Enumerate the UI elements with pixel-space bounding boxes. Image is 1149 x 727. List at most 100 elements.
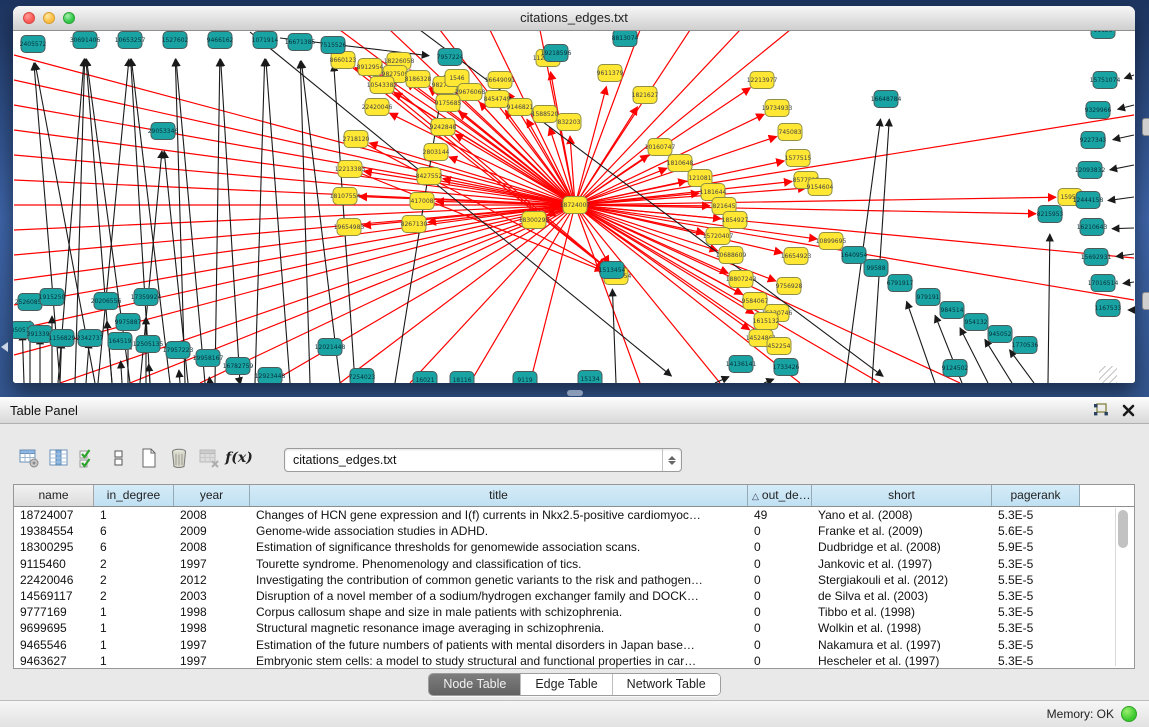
graph-node[interactable]: 8660123 [330, 52, 357, 69]
graph-node[interactable]: 2405572 [20, 36, 47, 53]
graph-node[interactable]: 16648784 [871, 91, 902, 108]
graph-node[interactable]: 10160747 [645, 139, 676, 156]
graph-node[interactable]: 22420046 [362, 99, 393, 116]
graph-node[interactable]: 12093832 [1075, 162, 1106, 179]
graph-node[interactable]: 19958167 [193, 350, 224, 367]
graph-node[interactable]: 15134 [578, 371, 602, 384]
graph-node[interactable]: 8215953 [1037, 206, 1064, 223]
graph-node[interactable]: 18116 [450, 372, 474, 384]
column-header-out-de[interactable]: △out_de… [748, 485, 812, 506]
graph-node[interactable]: 12213383 [335, 161, 366, 178]
graph-node[interactable]: 16649091 [485, 72, 516, 89]
graph-node[interactable]: 9466162 [207, 32, 234, 49]
graph-node[interactable]: 984514 [940, 302, 964, 319]
graph-node[interactable]: 12021448 [315, 339, 346, 356]
function-builder-icon[interactable]: f(x) [224, 445, 254, 471]
graph-node[interactable]: 19654983 [334, 219, 365, 236]
graph-node[interactable]: 16021 [413, 372, 437, 384]
table-row[interactable]: 911546021997Tourette syndrome. Phenomeno… [14, 556, 1134, 572]
column-header-short[interactable]: short [812, 485, 992, 506]
graph-node[interactable]: 6791917 [887, 275, 914, 292]
graph-node[interactable]: 10543382 [367, 77, 398, 94]
column-header-name[interactable]: name [14, 485, 94, 506]
graph-node[interactable]: 832203 [557, 114, 581, 131]
graph-hub-node[interactable]: 18724007 [560, 197, 591, 214]
graph-node[interactable]: 1854927 [722, 212, 749, 229]
column-header-pagerank[interactable]: pagerank [992, 485, 1080, 506]
memory-status-indicator[interactable] [1121, 706, 1137, 722]
table-selector-combobox[interactable]: citations_edges.txt [284, 448, 682, 472]
graph-node[interactable]: 1915250 [39, 289, 66, 306]
graph-node[interactable]: 2718120 [343, 131, 370, 148]
selection-mode-icon[interactable] [74, 445, 104, 471]
graph-node[interactable]: 1733426 [773, 359, 800, 376]
graph-node[interactable]: 15692931 [1081, 249, 1112, 266]
column-header-in-degree[interactable]: in_degree [94, 485, 174, 506]
graph-node[interactable]: 2803144 [423, 144, 450, 161]
graph-node[interactable]: 9124502 [942, 360, 969, 377]
graph-node[interactable]: 16210643 [1077, 219, 1108, 236]
graph-node[interactable]: 99588 [864, 260, 888, 277]
column-header-title[interactable]: title [250, 485, 748, 506]
graph-node[interactable]: 20206556 [91, 293, 122, 310]
graph-node[interactable]: 18107554 [330, 188, 361, 205]
network-graph-canvas[interactable]: 8660123891295418226058982750981863289827… [13, 31, 1135, 383]
table-row[interactable]: 977716911998Corpus callosum shape and si… [14, 604, 1134, 620]
graph-node[interactable]: 8267130 [401, 216, 428, 233]
new-column-icon[interactable] [134, 445, 164, 471]
graph-node[interactable]: 17359924 [131, 289, 162, 306]
hidden-panel-handle[interactable] [1142, 118, 1149, 136]
graph-node[interactable]: 1513454 [599, 262, 626, 279]
graph-node[interactable]: 9154604 [807, 179, 834, 196]
window-titlebar[interactable]: citations_edges.txt [13, 6, 1135, 31]
graph-node[interactable]: 9975887 [115, 314, 142, 331]
float-window-icon[interactable] [1093, 403, 1108, 417]
graph-node[interactable]: 1071914 [252, 32, 279, 49]
graph-node[interactable]: 1527602 [162, 32, 189, 49]
graph-node[interactable]: 9329966 [1085, 102, 1112, 119]
graph-node[interactable]: 1167533 [1095, 300, 1122, 317]
graph-node[interactable]: 15720407 [703, 228, 734, 245]
panel-splitter-handle[interactable] [567, 390, 583, 396]
show-columns-icon[interactable] [44, 445, 74, 471]
close-panel-icon[interactable] [1122, 404, 1135, 417]
graph-node[interactable]: 745083 [778, 124, 802, 141]
tab-edge-table[interactable]: Edge Table [520, 674, 611, 695]
graph-node[interactable]: 12505135 [133, 336, 164, 353]
graph-node[interactable]: 945052 [988, 326, 1012, 343]
graph-node[interactable]: 8427552 [416, 168, 443, 185]
graph-node[interactable]: 9242848 [430, 119, 457, 136]
graph-node[interactable]: 9146821 [507, 99, 534, 116]
graph-node[interactable]: 1156829 [49, 330, 76, 347]
graph-node[interactable]: 12444158 [1073, 192, 1104, 209]
graph-node[interactable]: 17957223 [163, 342, 194, 359]
graph-node[interactable]: 30691406 [70, 32, 101, 49]
graph-node[interactable]: 9175685 [435, 95, 462, 112]
graph-node[interactable]: 17016514 [1088, 275, 1119, 292]
graph-node[interactable]: 1615132 [753, 313, 780, 330]
table-row[interactable]: 969969511998Structural magnetic resonanc… [14, 620, 1134, 636]
graph-node[interactable]: 1770536 [1012, 337, 1039, 354]
table-mode-icon[interactable] [14, 445, 44, 471]
graph-node[interactable]: 954132 [964, 314, 988, 331]
graph-node[interactable]: 14136141 [726, 356, 757, 373]
graph-node[interactable]: 16782759 [223, 358, 254, 375]
table-row[interactable]: 1456911722003Disruption of a novel membe… [14, 588, 1134, 604]
table-scrollbar[interactable] [1115, 508, 1131, 666]
column-header-year[interactable]: year [174, 485, 250, 506]
graph-node[interactable]: 8912954 [357, 59, 384, 76]
graph-node[interactable]: 15751074 [1090, 72, 1121, 89]
graph-node[interactable]: 1821627 [632, 87, 659, 104]
hidden-panel-handle[interactable] [1142, 292, 1149, 310]
graph-node[interactable]: 417008 [410, 193, 434, 210]
tab-node-table[interactable]: Node Table [429, 674, 520, 695]
graph-node[interactable]: 9756928 [776, 278, 803, 295]
graph-node[interactable]: 12923448 [255, 368, 286, 384]
graph-node[interactable]: 19218596 [541, 45, 572, 62]
graph-node[interactable]: 16671385 [285, 34, 316, 51]
delete-table-icon[interactable] [194, 445, 224, 471]
graph-node[interactable]: 10653257 [115, 32, 146, 49]
graph-node[interactable]: 18807243 [726, 271, 757, 288]
graph-node[interactable]: 9584067 [742, 293, 769, 310]
graph-node[interactable]: 8813074 [612, 31, 639, 47]
